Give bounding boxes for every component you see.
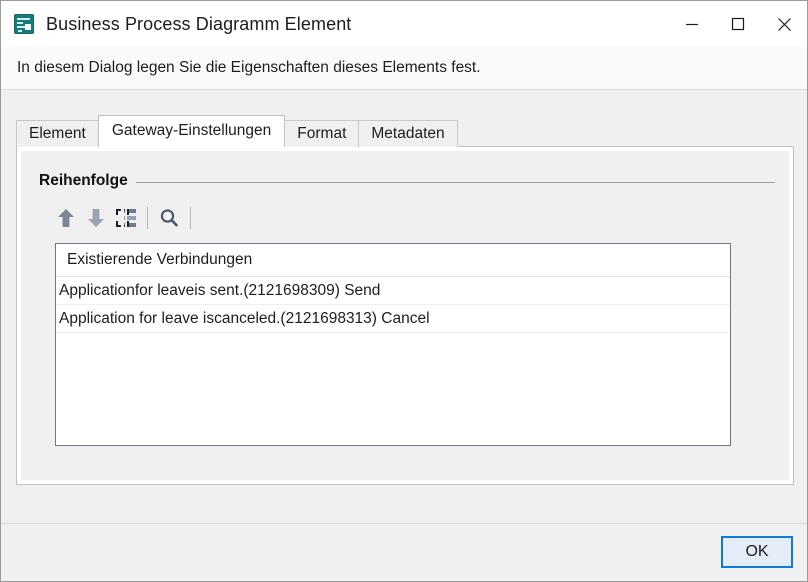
dialog-footer: OK [1, 523, 807, 581]
tab-metadaten[interactable]: Metadaten [358, 120, 457, 147]
order-toolbar [51, 203, 197, 233]
close-icon [777, 17, 792, 32]
existing-connections-list[interactable]: Existierende Verbindungen Applicationfor… [55, 243, 731, 446]
toolbar-separator-1 [147, 207, 148, 229]
dialog-window: Business Process Diagramm Element I [0, 0, 808, 582]
toolbar-separator-2 [190, 207, 191, 229]
tab-strip: Element Gateway-Einstellungen Format Met… [16, 115, 457, 147]
tab-gateway-einstellungen[interactable]: Gateway-Einstellungen [98, 115, 285, 147]
close-button[interactable] [761, 1, 807, 47]
properties-button[interactable] [111, 203, 141, 233]
list-item[interactable]: Applicationfor leaveis sent.(2121698309)… [56, 277, 730, 305]
minimize-button[interactable] [669, 1, 715, 47]
dialog-body: Element Gateway-Einstellungen Format Met… [1, 90, 807, 523]
arrow-up-icon [57, 208, 75, 228]
search-button[interactable] [154, 203, 184, 233]
maximize-button[interactable] [715, 1, 761, 47]
window-title: Business Process Diagramm Element [46, 14, 351, 35]
tab-format[interactable]: Format [284, 120, 359, 147]
instruction-bar: In diesem Dialog legen Sie die Eigenscha… [1, 47, 807, 90]
arrow-down-icon [87, 208, 105, 228]
caption-button-group [669, 1, 807, 47]
tab-panel: Reihenfolge [16, 146, 794, 485]
list-column-header: Existierende Verbindungen [56, 244, 730, 277]
minimize-icon [685, 17, 699, 31]
tab-element[interactable]: Element [16, 120, 99, 147]
group-box-rule [136, 182, 775, 183]
selection-properties-icon [116, 209, 136, 227]
instruction-text: In diesem Dialog legen Sie die Eigenscha… [17, 59, 481, 77]
list-item[interactable]: Application for leave iscanceled.(212169… [56, 305, 730, 333]
ok-button[interactable]: OK [721, 536, 793, 568]
diagram-element-icon [14, 14, 34, 34]
move-down-button[interactable] [81, 203, 111, 233]
tab-panel-content: Reihenfolge [21, 151, 789, 480]
maximize-icon [731, 17, 745, 31]
title-bar: Business Process Diagramm Element [1, 1, 807, 47]
group-box-title: Reihenfolge [39, 172, 128, 190]
move-up-button[interactable] [51, 203, 81, 233]
group-box-header: Reihenfolge [39, 171, 775, 191]
magnifier-icon [159, 208, 179, 228]
